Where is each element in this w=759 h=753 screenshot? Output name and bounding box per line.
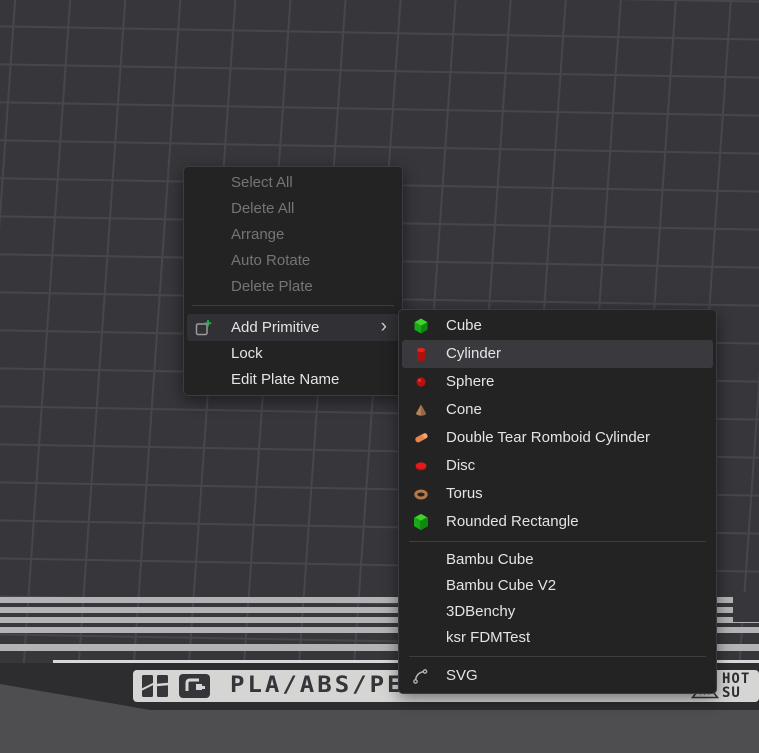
submenu-separator: [409, 541, 706, 542]
submenu-item-bambu-cube[interactable]: Bambu Cube: [399, 547, 716, 573]
torus-icon: [412, 485, 430, 503]
menu-item-auto-rotate: Auto Rotate: [184, 248, 402, 274]
menu-item-edit-plate-name[interactable]: Edit Plate Name: [184, 367, 402, 393]
menu-item-label: Edit Plate Name: [231, 371, 339, 388]
plate-logo-icon: [142, 675, 168, 697]
plate-brand-icon: [179, 674, 210, 698]
submenu-item-svg[interactable]: SVG: [399, 662, 716, 690]
menu-item-label: Auto Rotate: [231, 252, 310, 269]
submenu-item-label: Disc: [446, 457, 475, 474]
menu-item-delete-all: Delete All: [184, 196, 402, 222]
menu-item-add-primitive[interactable]: Add Primitive ›: [187, 314, 399, 341]
submenu-item-bambu-cube-v2[interactable]: Bambu Cube V2: [399, 573, 716, 599]
menu-item-label: Add Primitive: [231, 319, 319, 336]
submenu-chevron-icon: ›: [381, 314, 387, 340]
cube-icon: [412, 317, 430, 335]
submenu-item-3dbenchy[interactable]: 3DBenchy: [399, 599, 716, 625]
submenu-item-cylinder[interactable]: Cylinder: [402, 340, 713, 368]
menu-item-label: Lock: [231, 345, 263, 362]
submenu-item-label: Double Tear Romboid Cylinder: [446, 429, 650, 446]
menu-separator: [192, 305, 394, 306]
sphere-icon: [412, 373, 430, 391]
submenu-item-label: Cube: [446, 317, 482, 334]
double-tear-romboid-cylinder-icon: [412, 429, 430, 447]
hot-text-line1: HOT: [722, 672, 750, 686]
submenu-item-cube[interactable]: Cube: [399, 312, 716, 340]
submenu-item-label: Torus: [446, 485, 483, 502]
menu-item-label: Delete All: [231, 200, 294, 217]
cylinder-icon: [412, 345, 430, 363]
menu-item-label: Arrange: [231, 226, 284, 243]
submenu-item-label: Cone: [446, 401, 482, 418]
plate-stripe-step: [733, 592, 759, 622]
submenu-item-label: Bambu Cube V2: [446, 577, 556, 594]
submenu-separator: [409, 656, 706, 657]
submenu-item-rounded-rectangle[interactable]: Rounded Rectangle: [399, 508, 716, 536]
submenu-item-label: 3DBenchy: [446, 603, 515, 620]
submenu-item-ksr-fdmtest[interactable]: ksr FDMTest: [399, 625, 716, 651]
menu-item-delete-plate: Delete Plate: [184, 274, 402, 300]
add-primitive-submenu: Cube Cylinder Sphere Cone Double Te: [398, 309, 717, 694]
submenu-item-label: Bambu Cube: [446, 551, 534, 568]
menu-item-lock[interactable]: Lock: [184, 341, 402, 367]
submenu-item-label: SVG: [446, 667, 478, 684]
submenu-item-double-tear-romboid-cylinder[interactable]: Double Tear Romboid Cylinder: [399, 424, 716, 452]
plate-context-menu: Select All Delete All Arrange Auto Rotat…: [183, 166, 403, 396]
submenu-item-torus[interactable]: Torus: [399, 480, 716, 508]
rounded-rectangle-icon: [412, 513, 430, 531]
submenu-item-disc[interactable]: Disc: [399, 452, 716, 480]
submenu-item-sphere[interactable]: Sphere: [399, 368, 716, 396]
submenu-item-label: ksr FDMTest: [446, 629, 530, 646]
menu-item-select-all: Select All: [184, 170, 402, 196]
cone-icon: [412, 401, 430, 419]
menu-item-label: Select All: [231, 174, 293, 191]
disc-icon: [412, 457, 430, 475]
submenu-item-label: Sphere: [446, 373, 494, 390]
submenu-item-cone[interactable]: Cone: [399, 396, 716, 424]
hot-text-line2: SU: [722, 686, 750, 700]
hot-surface-warning-text: HOT SU: [722, 672, 750, 700]
submenu-item-label: Rounded Rectangle: [446, 513, 579, 530]
add-primitive-icon: [194, 319, 212, 337]
menu-item-arrange: Arrange: [184, 222, 402, 248]
menu-item-label: Delete Plate: [231, 278, 313, 295]
bezier-curve-icon: [412, 667, 430, 685]
submenu-item-label: Cylinder: [446, 345, 501, 362]
